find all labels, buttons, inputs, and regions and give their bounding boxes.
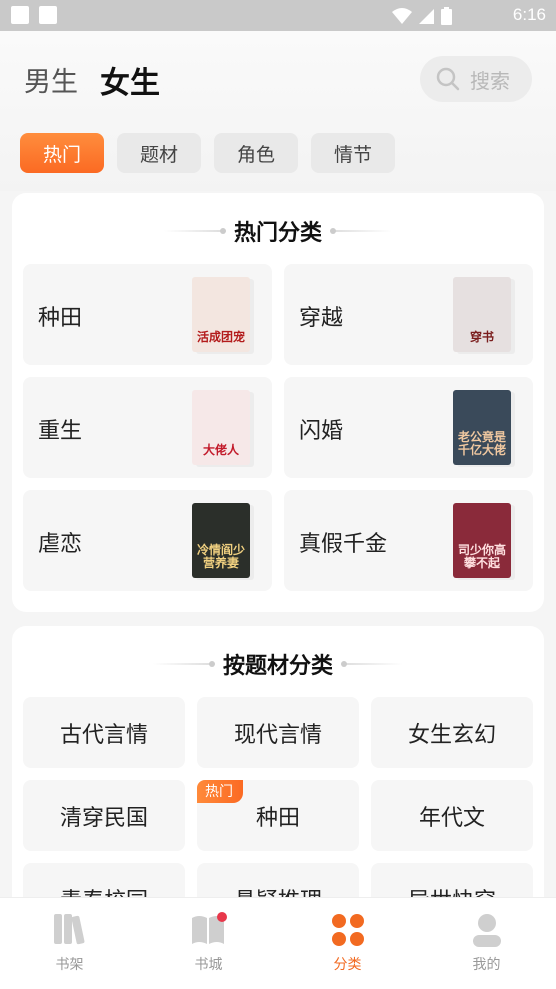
category-label: 真假千金 — [299, 532, 388, 557]
hot-category-item[interactable]: 虐恋 冷情阎少营养妻 — [23, 490, 272, 591]
subject-item[interactable]: 年代文 — [371, 780, 533, 851]
nav-bookstore[interactable]: 书城 — [139, 898, 278, 989]
section-title: 按题材分类 — [12, 648, 544, 680]
bottom-nav: 书架 书城 分类 我的 — [0, 897, 556, 989]
book-cover-image: 冷情阎少营养妻 — [192, 503, 250, 578]
category-label: 虐恋 — [38, 532, 83, 557]
bookstore-icon — [191, 912, 227, 944]
title-decoration — [152, 661, 215, 667]
title-decoration — [341, 661, 403, 667]
nav-label: 我的 — [472, 957, 501, 973]
book-cover-image: 穿书 — [453, 277, 511, 352]
hot-category-item[interactable]: 种田 活成团宠 — [23, 264, 272, 365]
category-label: 重生 — [38, 419, 83, 444]
subject-item[interactable]: 热门 种田 — [197, 780, 359, 851]
signal-icon — [419, 9, 434, 24]
hot-category-item[interactable]: 真假千金 司少你高攀不起 — [284, 490, 533, 591]
status-time: 6:16 — [512, 5, 546, 24]
tab-male[interactable]: 男生 — [24, 60, 78, 99]
cover-title: 穿书 — [469, 330, 494, 344]
subject-section-title: 按题材分类 — [222, 654, 333, 679]
category-label: 闪婚 — [299, 419, 344, 444]
hot-section-title: 热门分类 — [233, 221, 322, 246]
cover-title: 大佬人 — [202, 443, 239, 457]
hot-badge: 热门 — [197, 780, 243, 803]
category-label: 穿越 — [299, 306, 344, 331]
subject-label: 现代言情 — [233, 722, 322, 748]
nav-label: 书架 — [55, 957, 84, 973]
tab-role[interactable]: 角色 — [214, 133, 299, 173]
subject-item[interactable]: 现代言情 — [197, 697, 359, 768]
filter-tabs: 热门 题材 角色 情节 — [20, 133, 396, 173]
book-cover-image: 司少你高攀不起 — [453, 503, 511, 578]
subject-label: 年代文 — [418, 805, 485, 831]
status-bar: 6:16 — [0, 0, 556, 31]
subject-item[interactable]: 古代言情 — [23, 697, 185, 768]
subject-label: 古代言情 — [59, 722, 148, 748]
hot-category-item[interactable]: 穿越 穿书 — [284, 264, 533, 365]
tab-subject[interactable]: 题材 — [117, 133, 202, 173]
book-cover-image: 大佬人 — [192, 390, 250, 465]
cover-title: 活成团宠 — [196, 330, 245, 344]
section-title: 热门分类 — [12, 215, 544, 247]
category-label: 种田 — [38, 306, 83, 331]
subject-label: 清穿民国 — [59, 805, 148, 831]
hot-category-item[interactable]: 闪婚 老公竟是千亿大佬 — [284, 377, 533, 478]
notification-icon — [39, 6, 57, 24]
hot-category-item[interactable]: 重生 大佬人 — [23, 377, 272, 478]
hot-category-grid: 种田 活成团宠 穿越 穿书 重生 大佬人 闪婚 老公竟是千亿大佬 虐恋 冷情阎少… — [23, 264, 533, 591]
search-box[interactable]: 搜索 — [420, 56, 532, 102]
subject-label: 种田 — [255, 805, 300, 831]
title-decoration — [330, 228, 392, 234]
nav-bookshelf[interactable]: 书架 — [0, 898, 139, 989]
cover-title: 冷情阎少营养妻 — [196, 543, 245, 570]
nav-profile[interactable]: 我的 — [417, 898, 556, 989]
cover-title: 老公竟是千亿大佬 — [457, 430, 506, 457]
cover-title: 司少你高攀不起 — [457, 543, 506, 570]
subject-category-card: 按题材分类 古代言情 现代言情 女生玄幻 清穿民国 热门 种田 年代文 青春校园… — [12, 626, 544, 934]
title-decoration — [163, 228, 226, 234]
search-icon — [436, 67, 460, 91]
wifi-icon — [392, 8, 412, 24]
status-icons — [391, 7, 452, 25]
nav-category[interactable]: 分类 — [278, 898, 417, 989]
category-icon — [331, 914, 364, 946]
book-cover-image: 老公竟是千亿大佬 — [453, 390, 511, 465]
tab-female[interactable]: 女生 — [100, 58, 160, 102]
hot-category-card: 热门分类 种田 活成团宠 穿越 穿书 重生 大佬人 闪婚 老公竟是千亿大佬 虐恋… — [12, 193, 544, 612]
nav-label: 书城 — [194, 957, 223, 973]
book-cover-image: 活成团宠 — [192, 277, 250, 352]
notification-icon — [11, 6, 29, 24]
tab-hot[interactable]: 热门 — [20, 133, 105, 173]
bookshelf-icon — [53, 914, 84, 945]
subject-item[interactable]: 女生玄幻 — [371, 697, 533, 768]
subject-item[interactable]: 清穿民国 — [23, 780, 185, 851]
search-placeholder: 搜索 — [470, 68, 510, 93]
tab-plot[interactable]: 情节 — [311, 133, 396, 173]
nav-label: 分类 — [333, 957, 362, 973]
battery-icon — [441, 7, 452, 25]
subject-label: 女生玄幻 — [407, 722, 496, 748]
user-icon — [472, 914, 501, 947]
